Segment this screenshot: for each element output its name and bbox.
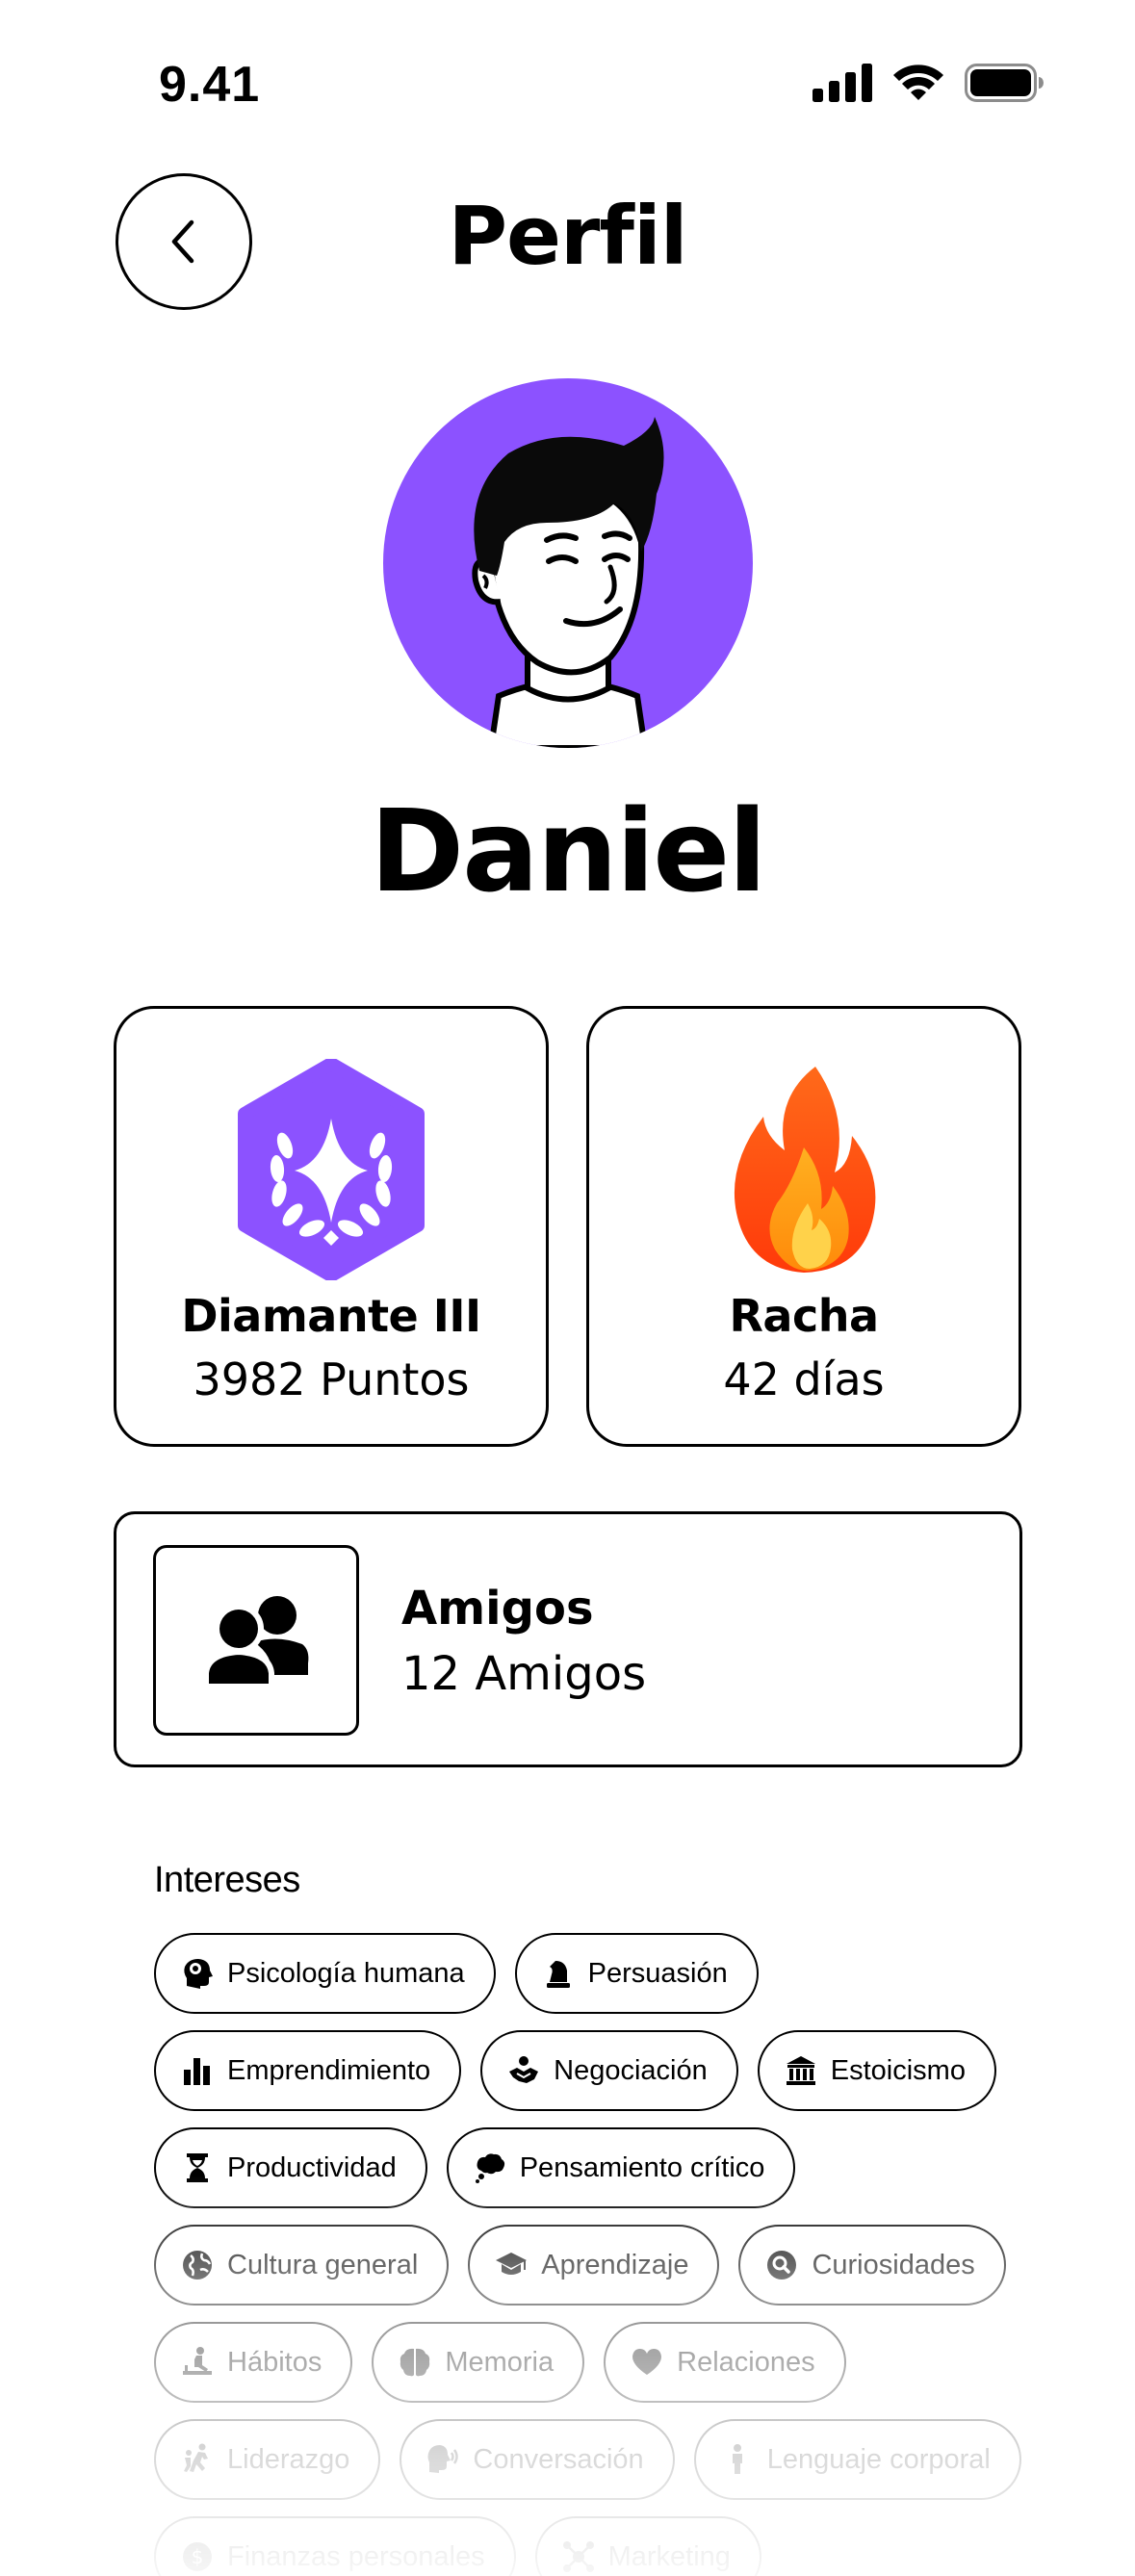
heart-icon	[632, 2349, 662, 2375]
chip-label: Liderazgo	[227, 2443, 350, 2475]
friends-icon	[203, 1596, 309, 1689]
chip-finanzas-personales[interactable]: $ Finanzas personales	[154, 2516, 516, 2576]
chip-label: Psicología humana	[227, 1957, 465, 1989]
status-bar: 9.41	[0, 0, 1135, 164]
battery-icon	[965, 64, 1044, 102]
streak-days: 42 días	[723, 1353, 885, 1405]
friends-card[interactable]: Amigos 12 Amigos	[114, 1511, 1022, 1767]
chip-row: Liderazgo Conversación Lenguaje corporal	[154, 2419, 1040, 2500]
chip-label: Hábitos	[227, 2346, 322, 2378]
standing-person-icon	[732, 2444, 742, 2474]
chip-label: Persuasión	[587, 1957, 728, 1989]
speaking-head-icon	[427, 2445, 459, 2473]
diamond-league-badge-icon	[238, 1059, 425, 1280]
status-icons	[813, 64, 1044, 102]
chip-curiosidades[interactable]: Curiosidades	[738, 2225, 1006, 2306]
friends-title: Amigos	[401, 1582, 594, 1636]
chess-knight-icon	[546, 1961, 570, 1988]
chip-label: Marketing	[607, 2540, 731, 2572]
interests-title: Intereses	[154, 1860, 300, 1900]
chip-marketing[interactable]: Marketing	[534, 2516, 761, 2576]
chip-pensamiento-critico[interactable]: Pensamiento crítico	[446, 2127, 796, 2208]
columns-building-icon	[786, 2056, 815, 2085]
chip-negociacion[interactable]: Negociación	[480, 2030, 738, 2111]
chip-label: Productividad	[227, 2151, 397, 2183]
handshake-icon	[509, 2056, 539, 2083]
chip-row: $ Finanzas personales Marketing	[154, 2516, 1040, 2576]
chip-relaciones[interactable]: Relaciones	[604, 2322, 846, 2403]
cellular-signal-icon	[813, 64, 872, 102]
streak-card[interactable]: Racha 42 días	[586, 1006, 1021, 1447]
chip-label: Memoria	[445, 2346, 555, 2378]
chip-label: Curiosidades	[812, 2249, 975, 2280]
chip-lenguaje-corporal[interactable]: Lenguaje corporal	[693, 2419, 1021, 2500]
league-title: Diamante III	[181, 1290, 481, 1342]
hourglass-icon	[187, 2153, 208, 2182]
chip-persuasion[interactable]: Persuasión	[514, 1933, 759, 2014]
status-time: 9.41	[159, 57, 261, 113]
search-circle-icon	[767, 2251, 797, 2280]
wifi-icon	[893, 64, 943, 100]
chip-memoria[interactable]: Memoria	[372, 2322, 585, 2403]
coin-icon: $	[183, 2542, 212, 2571]
league-card[interactable]: Diamante III 3982 Puntos	[114, 1006, 549, 1447]
chip-label: Conversación	[473, 2443, 644, 2475]
chip-label: Aprendizaje	[541, 2249, 689, 2280]
brain-icon	[400, 2348, 430, 2377]
chip-label: Negociación	[554, 2054, 708, 2086]
league-points: 3982 Puntos	[193, 1353, 470, 1405]
chip-psicologia-humana[interactable]: Psicología humana	[154, 1933, 496, 2014]
chip-cultura-general[interactable]: Cultura general	[154, 2225, 450, 2306]
chip-label: Relaciones	[677, 2346, 815, 2378]
chip-row: Emprendimiento Negociación Estoicismo	[154, 2030, 1040, 2111]
chip-label: Estoicismo	[830, 2054, 966, 2086]
friends-count: 12 Amigos	[401, 1647, 647, 1701]
chip-estoicismo[interactable]: Estoicismo	[757, 2030, 996, 2111]
globe-icon	[183, 2251, 212, 2280]
chip-liderazgo[interactable]: Liderazgo	[154, 2419, 381, 2500]
chip-row: Psicología humana Persuasión	[154, 1933, 1040, 2014]
chip-habitos[interactable]: Hábitos	[154, 2322, 353, 2403]
chip-label: Lenguaje corporal	[766, 2443, 991, 2475]
running-people-icon	[184, 2443, 208, 2472]
chip-row: Cultura general Aprendizaje Curiosidades	[154, 2225, 1040, 2306]
avatar[interactable]	[383, 378, 753, 748]
chip-aprendizaje[interactable]: Aprendizaje	[468, 2225, 720, 2306]
fire-icon	[734, 1067, 876, 1273]
exercise-person-icon	[183, 2347, 212, 2375]
chip-label: Cultura general	[227, 2249, 419, 2280]
network-icon	[562, 2541, 594, 2572]
user-name: Daniel	[370, 785, 767, 917]
friends-icon-box	[153, 1545, 359, 1736]
chip-productividad[interactable]: Productividad	[154, 2127, 427, 2208]
bar-chart-icon	[184, 2058, 210, 2085]
graduation-cap-icon	[496, 2253, 528, 2275]
chip-label: Emprendimiento	[227, 2054, 431, 2086]
page-title: Perfil	[448, 189, 687, 283]
chip-label: Finanzas personales	[227, 2540, 485, 2572]
brain-head-icon	[184, 1959, 213, 1989]
svg-text:$: $	[192, 2545, 204, 2568]
chip-row: Hábitos Memoria Relaciones	[154, 2322, 1040, 2403]
interests-chip-list: Psicología humana Persuasión Emprendimie…	[154, 1933, 1040, 2576]
chip-emprendimiento[interactable]: Emprendimiento	[154, 2030, 462, 2111]
avatar-illustration	[472, 417, 664, 748]
chip-conversacion[interactable]: Conversación	[400, 2419, 675, 2500]
thought-bubble-icon	[475, 2153, 504, 2183]
chip-row: Productividad Pensamiento crítico	[154, 2127, 1040, 2208]
streak-title: Racha	[729, 1290, 879, 1342]
chip-label: Pensamiento crítico	[519, 2151, 765, 2183]
